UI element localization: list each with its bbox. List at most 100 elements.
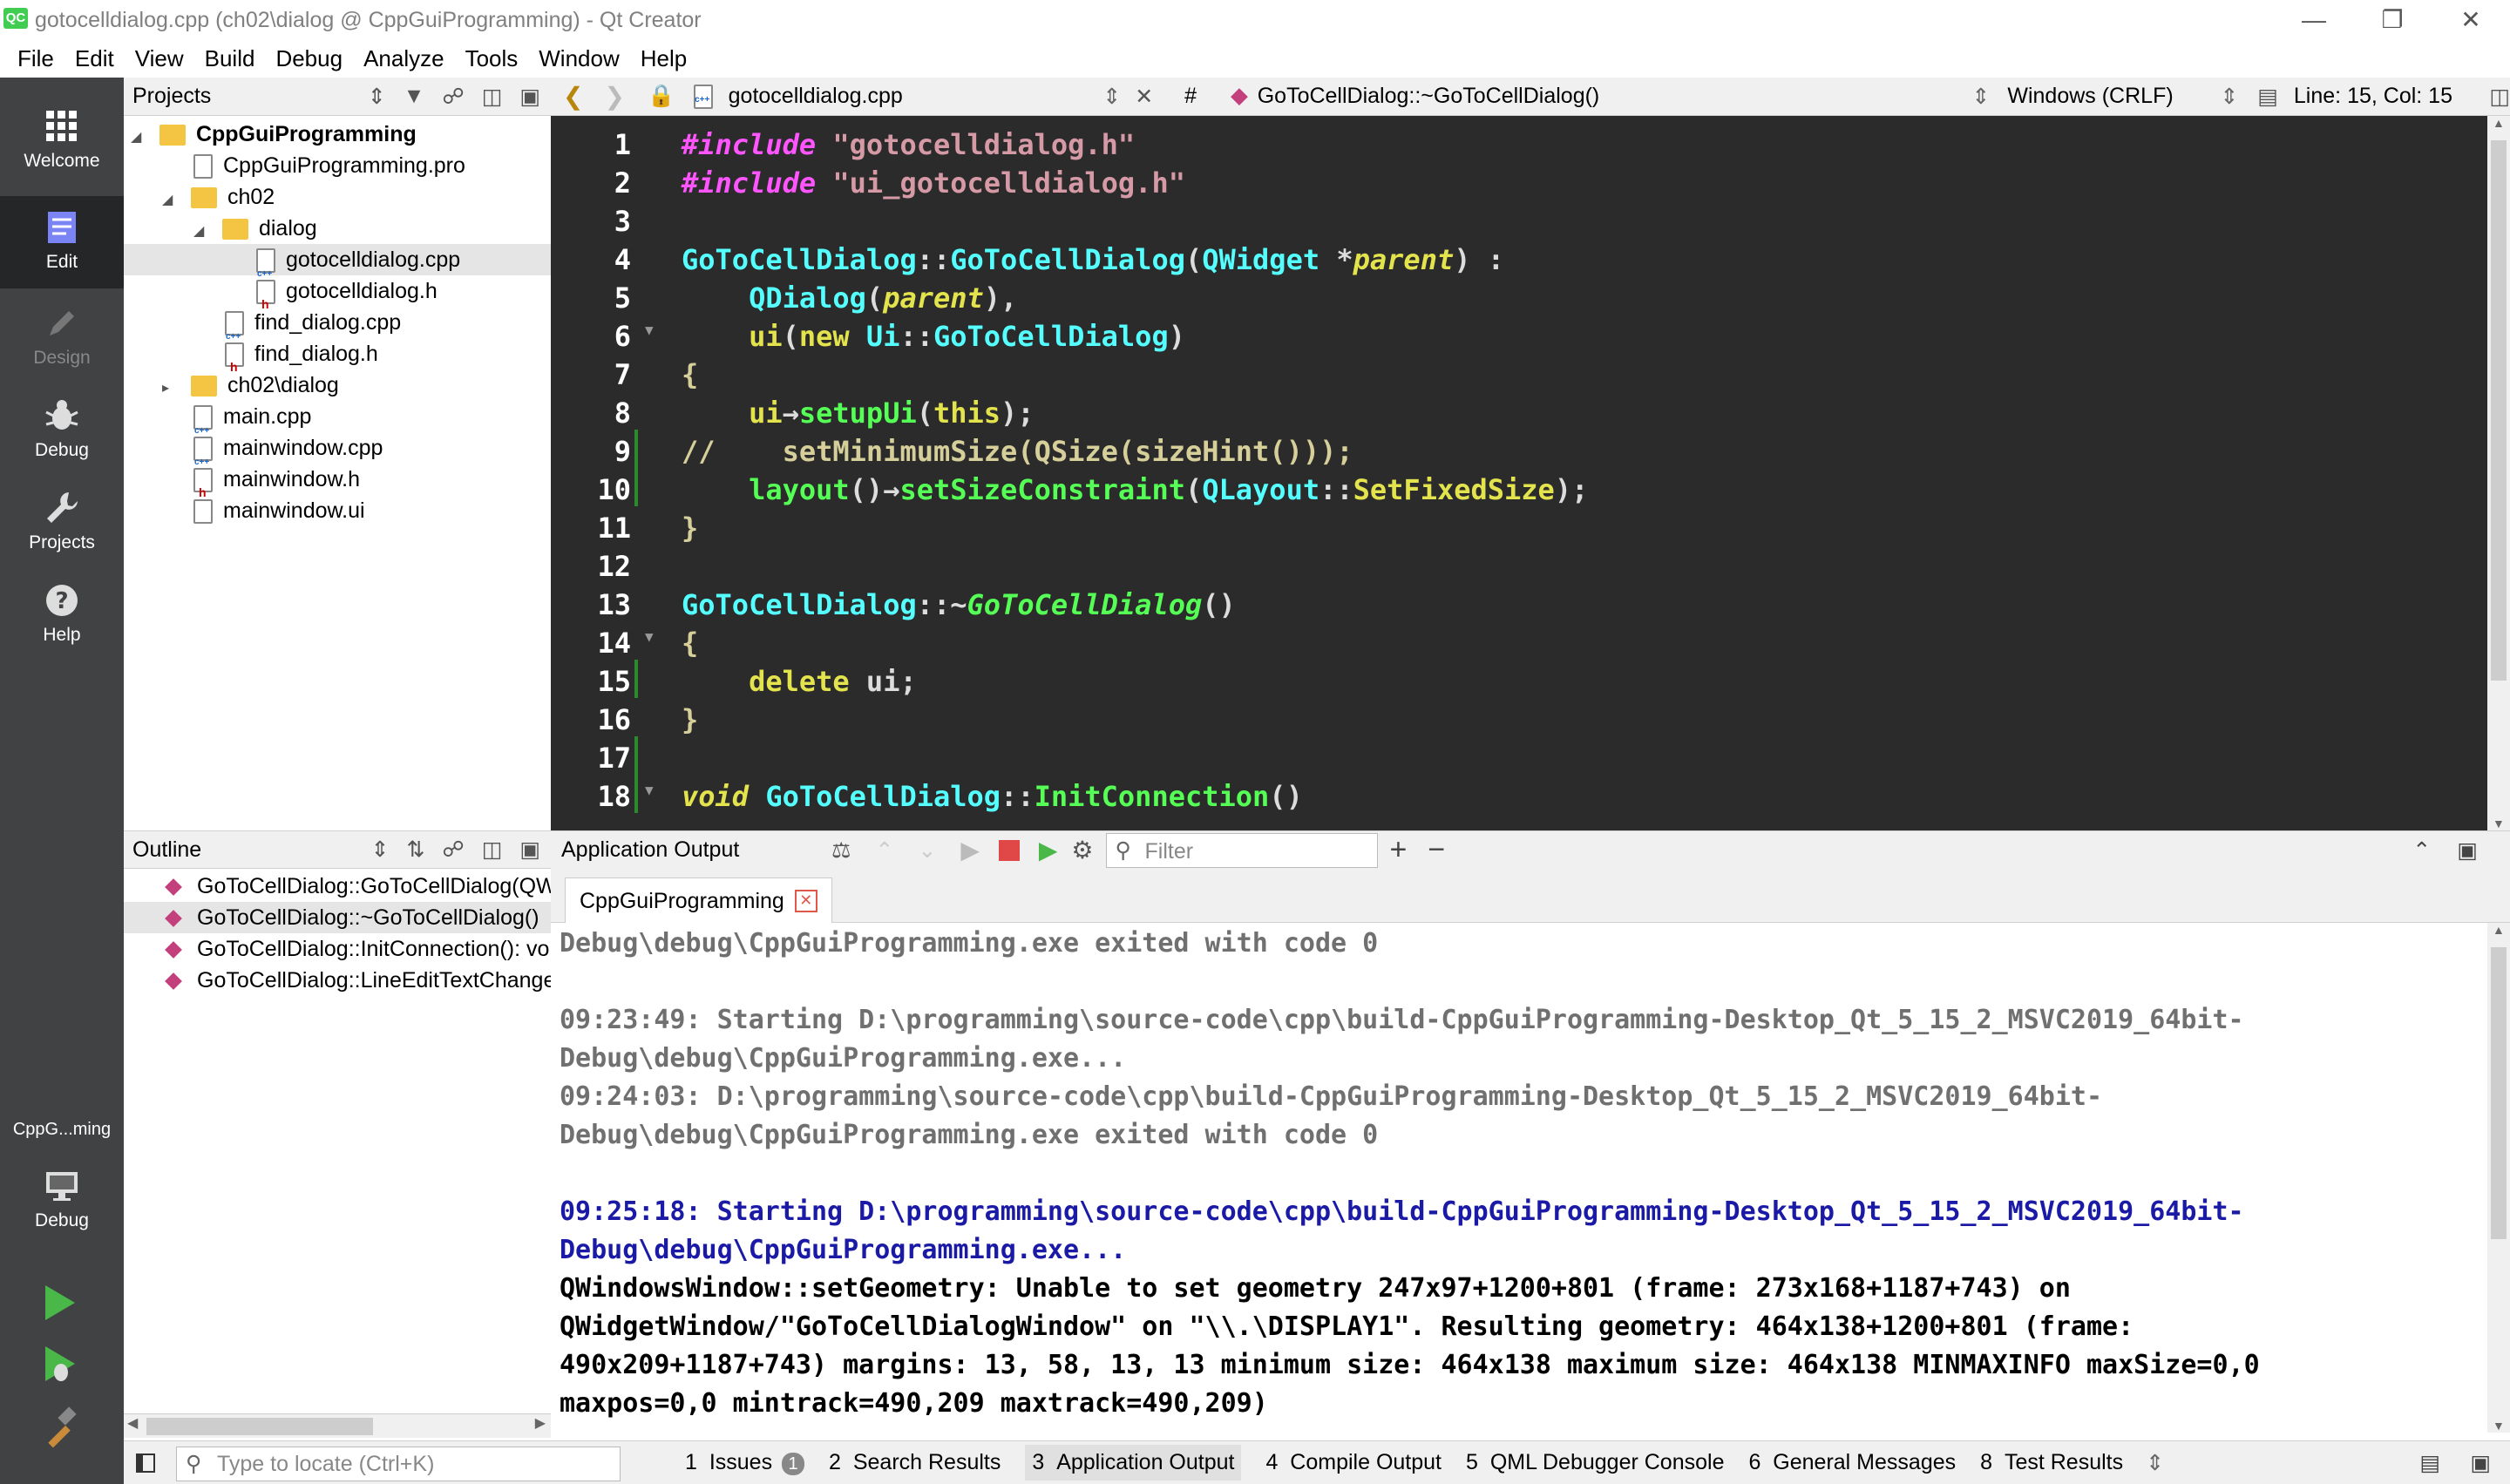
- debug-run-icon[interactable]: ▶: [1039, 836, 1058, 864]
- restore-button[interactable]: ❐: [2353, 0, 2432, 39]
- projects-title[interactable]: Projects: [132, 84, 368, 109]
- toggle-output-icon[interactable]: ▣: [2470, 1450, 2491, 1476]
- forward-icon[interactable]: ❯: [604, 82, 624, 111]
- output-tab[interactable]: CppGuiProgramming ✕: [565, 878, 832, 923]
- expand-arrow-icon[interactable]: ◢: [162, 185, 180, 216]
- progress-toggle-icon[interactable]: ▤: [2419, 1450, 2440, 1476]
- status-tab-general-messages[interactable]: 6 General Messages: [1748, 1450, 1956, 1475]
- tree-item-pro-file[interactable]: CppGuiProgramming.pro: [193, 150, 465, 181]
- tree-item-find-dialog-h[interactable]: find_dialog.h: [225, 338, 378, 383]
- tree-item-mainwindow-h[interactable]: mainwindow.h: [193, 464, 360, 508]
- status-tab-compile-output[interactable]: 4 Compile Output: [1265, 1450, 1442, 1475]
- code-editor[interactable]: 1 2 3 4 5 6 7 8 9 10 11 12 13 14 15 16 1…: [551, 116, 2487, 830]
- tree-item-ch02-dialog[interactable]: ▸ ch02\dialog: [162, 369, 339, 401]
- outline-item[interactable]: GoToCellDialog::InitConnection(): vo: [124, 933, 551, 965]
- stop-icon[interactable]: [998, 839, 1020, 861]
- toggle-sidebar-icon[interactable]: [136, 1453, 155, 1473]
- sync-link-icon[interactable]: ☍: [442, 837, 464, 863]
- status-tab-issues[interactable]: 1 Issues 1: [685, 1450, 805, 1475]
- fold-marker-icon[interactable]: ▼: [645, 322, 654, 338]
- more-tabs-icon[interactable]: ⇕: [2146, 1450, 2164, 1476]
- mode-edit[interactable]: Edit: [0, 196, 124, 288]
- menu-help[interactable]: Help: [641, 45, 687, 72]
- mode-debug[interactable]: Debug: [0, 384, 124, 477]
- tree-item-dialog[interactable]: ◢ dialog: [193, 213, 317, 244]
- close-panel-icon[interactable]: ▣: [519, 84, 540, 110]
- tree-item-find-dialog-cpp[interactable]: find_dialog.cpp: [225, 307, 401, 353]
- tree-item-gotocelldialog-h[interactable]: gotocelldialog.h: [256, 275, 438, 320]
- scroll-down-icon[interactable]: ▼: [2493, 817, 2505, 830]
- menu-debug[interactable]: Debug: [275, 45, 343, 72]
- application-output[interactable]: Debug\debug\CppGuiProgramming.exe exited…: [551, 923, 2487, 1433]
- scroll-thumb[interactable]: [146, 1418, 373, 1435]
- expand-arrow-icon[interactable]: ◢: [131, 122, 148, 153]
- lock-icon[interactable]: 🔒: [648, 84, 675, 109]
- open-file-selector[interactable]: gotocelldialog.cpp: [729, 84, 1095, 109]
- fold-marker-icon[interactable]: ▼: [645, 782, 654, 798]
- tree-item-mainwindow-ui[interactable]: mainwindow.ui: [193, 495, 365, 526]
- menu-view[interactable]: View: [135, 45, 184, 72]
- outline-item[interactable]: GoToCellDialog::LineEditTextChange: [124, 965, 551, 996]
- sort-updown-icon[interactable]: ⇕: [371, 837, 390, 863]
- menu-file[interactable]: File: [17, 45, 54, 72]
- split-icon[interactable]: ◫: [482, 837, 503, 863]
- filter-icon[interactable]: ▼: [404, 84, 425, 109]
- status-tab-search-results[interactable]: 2 Search Results: [829, 1450, 1001, 1475]
- status-tab-test-results[interactable]: 8 Test Results: [1980, 1450, 2123, 1475]
- close-pane-icon[interactable]: ▣: [2457, 837, 2478, 864]
- run-button[interactable]: [38, 1282, 80, 1330]
- outline-item[interactable]: GoToCellDialog::GoToCellDialog(QW: [124, 871, 551, 902]
- sort-alpha-icon[interactable]: ⇅: [406, 837, 424, 863]
- close-file-icon[interactable]: ✕: [1135, 84, 1153, 110]
- debug-run-button[interactable]: [38, 1343, 80, 1391]
- sort-updown-icon[interactable]: ⇕: [368, 84, 386, 110]
- tree-item-mainwindow-cpp[interactable]: mainwindow.cpp: [193, 432, 383, 478]
- minimize-button[interactable]: —: [2275, 0, 2353, 39]
- cursor-position[interactable]: Line: 15, Col: 15: [2294, 84, 2489, 109]
- rerun-icon[interactable]: ▶: [960, 836, 980, 864]
- tree-item-ch02[interactable]: ◢ ch02: [162, 181, 275, 213]
- scroll-down-icon[interactable]: ▼: [2493, 1419, 2505, 1433]
- menu-window[interactable]: Window: [539, 45, 619, 72]
- line-endings-selector[interactable]: Windows (CRLF): [2007, 84, 2220, 109]
- menu-tools[interactable]: Tools: [465, 45, 519, 72]
- status-tab-qml-debugger-console[interactable]: 5 QML Debugger Console: [1466, 1450, 1724, 1475]
- line-endings-dropdown-icon[interactable]: ⇕: [2220, 84, 2238, 110]
- close-window-button[interactable]: ✕: [2432, 0, 2510, 39]
- tree-item-main-cpp[interactable]: main.cpp: [193, 401, 311, 447]
- outline-title[interactable]: Outline: [132, 837, 371, 863]
- mode-projects[interactable]: Projects: [0, 477, 124, 569]
- expand-arrow-icon[interactable]: ◢: [193, 216, 211, 247]
- tree-item-gotocelldialog-cpp[interactable]: gotocelldialog.cpp: [124, 244, 551, 290]
- menu-edit[interactable]: Edit: [75, 45, 114, 72]
- scroll-right-icon[interactable]: ▶: [535, 1414, 546, 1432]
- outline-item[interactable]: GoToCellDialog::~GoToCellDialog(): [124, 902, 551, 933]
- kit-selector[interactable]: Debug: [0, 1155, 124, 1247]
- prev-icon[interactable]: ⌃: [875, 837, 893, 864]
- attach-icon[interactable]: ⚖: [831, 837, 851, 864]
- remove-icon[interactable]: −: [1428, 833, 1445, 867]
- split-icon[interactable]: ◫: [482, 84, 503, 110]
- scroll-up-icon[interactable]: ▲: [2493, 116, 2505, 130]
- scroll-thumb[interactable]: [2491, 140, 2507, 681]
- add-icon[interactable]: +: [1390, 833, 1408, 867]
- tree-item-project[interactable]: ◢ CppGuiProgramming: [131, 119, 551, 150]
- output-vscrollbar[interactable]: ▲ ▼: [2487, 923, 2510, 1433]
- fold-marker-icon[interactable]: ▼: [645, 628, 654, 645]
- close-panel-icon[interactable]: ▣: [519, 837, 540, 863]
- scroll-left-icon[interactable]: ◀: [127, 1414, 138, 1432]
- kit-project-name[interactable]: CppG...ming: [0, 1120, 124, 1155]
- mode-welcome[interactable]: Welcome: [0, 95, 124, 187]
- menu-build[interactable]: Build: [205, 45, 255, 72]
- file-dropdown-icon[interactable]: ⇕: [1102, 84, 1121, 110]
- scroll-thumb[interactable]: [2491, 947, 2507, 1239]
- split-icon[interactable]: ◫: [2489, 84, 2510, 110]
- outline-hscrollbar[interactable]: ◀ ▶: [124, 1413, 551, 1438]
- build-button[interactable]: [38, 1406, 80, 1454]
- back-icon[interactable]: ❮: [563, 82, 583, 111]
- settings-gear-icon[interactable]: ⚙: [1071, 836, 1093, 864]
- menu-analyze[interactable]: Analyze: [363, 45, 444, 72]
- locator-input[interactable]: ⚲ Type to locate (Ctrl+K): [176, 1447, 621, 1481]
- mode-design[interactable]: Design: [0, 292, 124, 384]
- scroll-up-icon[interactable]: ▲: [2493, 923, 2505, 937]
